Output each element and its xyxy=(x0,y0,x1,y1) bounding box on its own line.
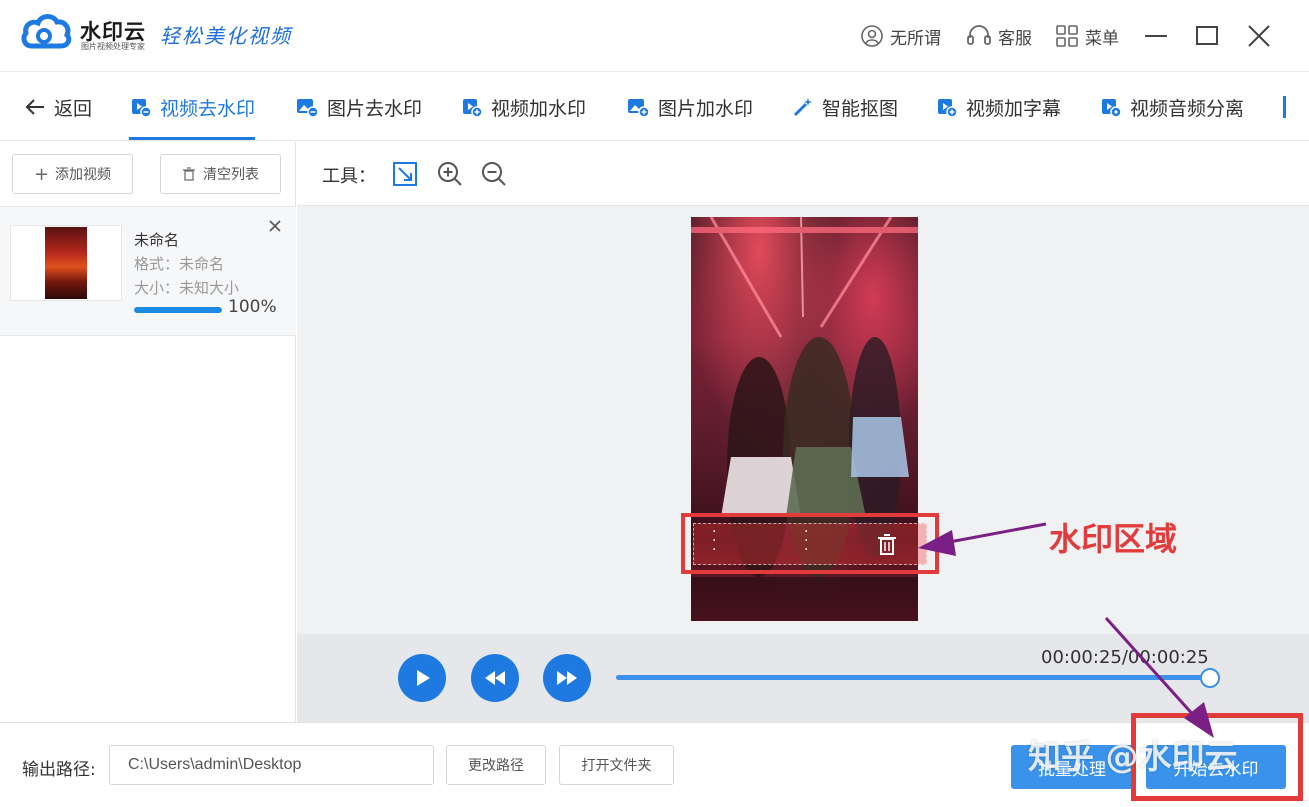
video-subtitle-icon xyxy=(938,99,958,118)
tab-image-add-watermark[interactable]: 图片加水印 xyxy=(626,73,753,141)
seek-handle[interactable] xyxy=(1200,668,1220,688)
playback-controls: 00:00:25/00:00:25 xyxy=(297,634,1309,722)
plus-icon: + xyxy=(33,163,50,185)
playback-time: 00:00:25/00:00:25 xyxy=(1041,647,1209,668)
video-audio-icon xyxy=(1102,99,1122,118)
customer-service-button[interactable]: 客服 xyxy=(966,22,1032,50)
fast-forward-button[interactable] xyxy=(543,654,591,702)
tab-smart-cutout[interactable]: 智能抠图 xyxy=(792,73,898,141)
video-thumbnail-frame xyxy=(10,225,122,301)
open-folder-button[interactable]: 打开文件夹 xyxy=(559,745,674,785)
trash-icon xyxy=(183,167,195,181)
tab-label: 视频加水印 xyxy=(491,97,587,120)
headset-icon xyxy=(967,25,991,45)
whatever-label: 无所谓 xyxy=(890,28,941,49)
image-add-icon xyxy=(628,99,650,118)
back-label: 返回 xyxy=(54,97,93,120)
customer-service-label: 客服 xyxy=(998,28,1032,49)
overlay-watermark-text: 知乎 @水印云 xyxy=(1028,737,1238,776)
maximize-button[interactable] xyxy=(1191,20,1223,52)
change-path-button[interactable]: 更改路径 xyxy=(446,745,546,785)
video-add-icon xyxy=(463,99,483,118)
drag-handle-icon[interactable]: · · · xyxy=(804,525,808,557)
file-name: 未命名 xyxy=(134,231,180,249)
tab-scroll-edge xyxy=(1283,96,1286,118)
output-path-label: 输出路径: xyxy=(22,760,96,780)
watermark-region-highlight: · · · · · · xyxy=(681,513,939,574)
fast-forward-icon xyxy=(557,671,577,685)
change-path-label: 更改路径 xyxy=(468,758,524,774)
minimize-icon xyxy=(1145,35,1167,37)
video-remove-icon xyxy=(132,99,152,118)
file-progress-text: 100% xyxy=(228,297,277,317)
file-list-item[interactable]: 未命名 格式：未命名 大小：未知大小 100% xyxy=(0,206,296,336)
add-video-label: 添加视频 xyxy=(55,167,112,183)
play-icon xyxy=(417,670,430,686)
drag-handle-icon[interactable]: · · · xyxy=(712,525,716,557)
add-video-button[interactable]: + 添加视频 xyxy=(12,154,133,194)
image-remove-icon xyxy=(297,99,319,118)
close-icon xyxy=(1248,25,1270,47)
open-folder-label: 打开文件夹 xyxy=(581,758,652,774)
close-button[interactable] xyxy=(1243,20,1275,52)
zoom-out-icon[interactable] xyxy=(480,160,508,188)
tab-image-remove-watermark[interactable]: 图片去水印 xyxy=(295,73,422,141)
select-region-icon[interactable] xyxy=(391,160,419,188)
tools-row: 工具： xyxy=(297,142,1309,206)
tab-video-add-watermark[interactable]: 视频加水印 xyxy=(461,73,586,141)
clear-list-label: 清空列表 xyxy=(203,167,259,183)
file-format: 格式：未命名 xyxy=(134,255,225,273)
seek-bar[interactable] xyxy=(616,675,1210,680)
tools-label: 工具： xyxy=(322,166,376,187)
zoom-in-icon[interactable] xyxy=(436,160,464,188)
remove-file-icon[interactable] xyxy=(266,217,284,235)
file-progress-fill xyxy=(134,307,222,313)
menu-label: 菜单 xyxy=(1085,28,1119,49)
brand-subtitle: 图片视频处理专家 xyxy=(81,42,145,51)
whatever-button[interactable]: 无所谓 xyxy=(860,22,941,50)
grid-menu-icon xyxy=(1056,25,1078,47)
delete-region-icon[interactable] xyxy=(876,533,898,557)
title-bar: 水印云 图片视频处理专家 轻松美化视频 无所谓 客服 菜单 xyxy=(0,0,1309,72)
tab-video-remove-watermark[interactable]: 视频去水印 xyxy=(130,73,255,141)
file-list-panel: + 添加视频 清空列表 未命名 格式：未命名 大小：未知大小 100% xyxy=(0,142,296,722)
watermark-region-annotation: 水印区域 xyxy=(1049,520,1178,558)
output-path-value: C:\Users\admin\Desktop xyxy=(128,756,302,773)
tab-label: 图片去水印 xyxy=(327,97,423,120)
tab-label: 图片加水印 xyxy=(658,97,754,120)
file-progress-bar xyxy=(134,307,222,313)
tab-video-add-subtitle[interactable]: 视频加字幕 xyxy=(936,73,1061,141)
minimize-button[interactable] xyxy=(1140,20,1172,52)
watermark-selection-box[interactable]: · · · · · · xyxy=(693,523,927,565)
tab-label: 视频音频分离 xyxy=(1130,97,1245,120)
slogan: 轻松美化视频 xyxy=(160,24,292,48)
output-path-field[interactable]: C:\Users\admin\Desktop xyxy=(109,745,434,785)
video-thumbnail xyxy=(45,227,87,299)
rewind-icon xyxy=(485,671,505,685)
clear-list-button[interactable]: 清空列表 xyxy=(160,154,281,194)
active-tab-indicator xyxy=(129,137,255,140)
magic-wand-icon xyxy=(793,98,812,117)
back-button[interactable]: 返回 xyxy=(24,73,92,141)
tab-label: 智能抠图 xyxy=(822,97,899,120)
user-icon xyxy=(861,25,883,47)
file-size: 大小：未知大小 xyxy=(134,279,240,297)
tab-label: 视频加字幕 xyxy=(966,97,1062,120)
cloud-logo-icon xyxy=(21,14,72,49)
tab-label: 视频去水印 xyxy=(160,97,256,120)
rewind-button[interactable] xyxy=(471,654,519,702)
feature-tab-bar: 返回 视频去水印 图片去水印 视频加水印 图片加水印 智能抠图 视频加字幕 视频… xyxy=(0,73,1309,141)
video-preview-area: · · · · · · 水印区域 xyxy=(297,206,1309,634)
play-button[interactable] xyxy=(398,654,446,702)
maximize-icon xyxy=(1196,26,1218,45)
arrow-left-icon xyxy=(25,99,44,115)
menu-button[interactable]: 菜单 xyxy=(1055,22,1119,50)
tab-video-audio-separate[interactable]: 视频音频分离 xyxy=(1100,73,1244,141)
